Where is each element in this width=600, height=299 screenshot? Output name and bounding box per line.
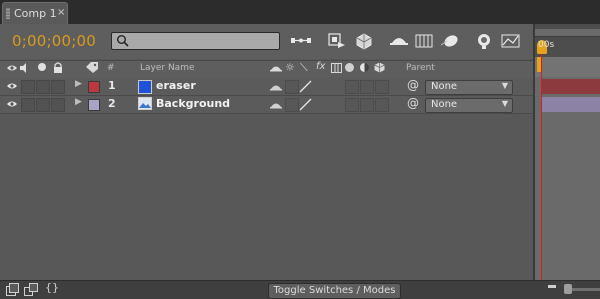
zoom-out-icon[interactable] [548,285,556,288]
quality-switch-icon[interactable] [299,80,312,93]
eye-icon[interactable] [6,63,18,73]
collapse-switch[interactable] [285,98,299,112]
hide-shy-layers-icon[interactable] [388,31,410,51]
adjustment-switch[interactable] [360,80,374,94]
layer-name[interactable]: Background [156,97,230,110]
solo-toggle[interactable] [36,98,50,112]
motion-blur-switch[interactable] [345,80,359,94]
3d-layer-switch-icon[interactable] [374,62,385,73]
parent-column-header: Parent [406,63,435,73]
lock-icon[interactable] [53,62,63,73]
in-out-stretch-pane-icon[interactable]: {} [45,281,59,294]
shy-switch-icon[interactable] [269,82,283,92]
tab-comp-1[interactable]: Comp 1 × [2,2,68,24]
expand-triangle-icon[interactable]: ▶ [75,97,82,107]
quality-switch-icon[interactable] [299,98,312,111]
composition-panel: Comp 1 × 0;00;00;00 # Layer Name ☼ ⟍ fx … [0,0,600,299]
tab-grip-icon[interactable] [6,8,10,19]
layer-column-header [0,60,534,79]
visibility-toggle-icon[interactable] [6,99,18,109]
layer-duration-bar-background[interactable] [542,97,600,112]
current-time-display[interactable]: 0;00;00;00 [12,32,96,50]
time-navigator-bar[interactable] [535,29,600,37]
footage-layer-icon [138,97,152,110]
expand-triangle-icon[interactable]: ▶ [75,79,82,89]
audio-toggle[interactable] [21,80,35,94]
draft-3d-icon[interactable] [353,31,375,51]
adjustment-switch[interactable] [360,98,374,112]
adjustment-layer-switch-icon[interactable] [360,63,369,72]
layer-number: 2 [108,97,116,110]
toggle-switches-modes-button[interactable]: Toggle Switches / Modes [268,283,401,299]
audio-speaker-icon[interactable] [19,63,31,73]
3d-switch[interactable] [375,98,389,112]
layer-search-input[interactable] [111,32,280,50]
motion-blur-switch-icon[interactable] [345,63,354,72]
parent-dropdown-value: None [431,81,458,92]
transfer-controls-pane-icon[interactable] [24,283,38,296]
lock-toggle[interactable] [51,80,65,94]
tab-label: Comp 1 [14,7,57,20]
layer-name-column-header[interactable]: Layer Name [140,63,195,73]
shy-switch-icon[interactable] [269,63,283,73]
pick-whip-icon[interactable]: @ [407,78,419,92]
label-color-swatch[interactable] [88,99,100,111]
live-update-icon[interactable] [326,31,348,51]
collapse-switch-icon[interactable]: ☼ [285,61,295,74]
parent-dropdown[interactable]: None ▼ [425,80,513,95]
label-tag-icon[interactable] [85,62,99,73]
solo-icon[interactable] [38,63,46,71]
motion-blur-icon[interactable] [439,31,461,51]
layer-name[interactable]: eraser [156,79,196,92]
tab-close-icon[interactable]: × [57,7,65,18]
search-icon [117,35,129,47]
layer-number: 1 [108,79,116,92]
frame-blending-icon[interactable] [413,31,435,51]
layer-switches-pane-icon[interactable] [6,283,19,296]
current-time-indicator-line[interactable] [541,40,542,280]
brainstorm-icon[interactable] [473,31,495,51]
frame-blend-switch-icon[interactable] [331,63,342,73]
solid-layer-icon [138,80,152,94]
tab-strip [0,0,600,25]
parent-dropdown[interactable]: None ▼ [425,98,513,113]
chevron-down-icon: ▼ [501,99,508,108]
layer-number-column-header: # [107,63,115,73]
composition-mini-flowchart-icon[interactable] [290,31,312,51]
motion-blur-switch[interactable] [345,98,359,112]
ruler-time-label: 00s [538,40,555,50]
3d-switch[interactable] [375,80,389,94]
audio-toggle[interactable] [21,98,35,112]
effects-switch-icon[interactable]: fx [316,61,325,72]
graph-editor-icon[interactable] [500,31,522,51]
quality-switch-icon[interactable]: ⟍ [300,61,308,75]
layer-duration-bar-eraser[interactable] [542,79,600,94]
solo-toggle[interactable] [36,80,50,94]
work-area-bar[interactable] [535,57,600,77]
shy-switch-icon[interactable] [269,100,283,110]
parent-dropdown-value: None [431,99,458,110]
lock-toggle[interactable] [51,98,65,112]
label-color-swatch[interactable] [88,81,100,93]
timeline-zoom-slider-knob[interactable] [564,284,572,294]
chevron-down-icon: ▼ [501,81,508,90]
pick-whip-icon[interactable]: @ [407,96,419,110]
collapse-switch[interactable] [285,80,299,94]
visibility-toggle-icon[interactable] [6,81,18,91]
